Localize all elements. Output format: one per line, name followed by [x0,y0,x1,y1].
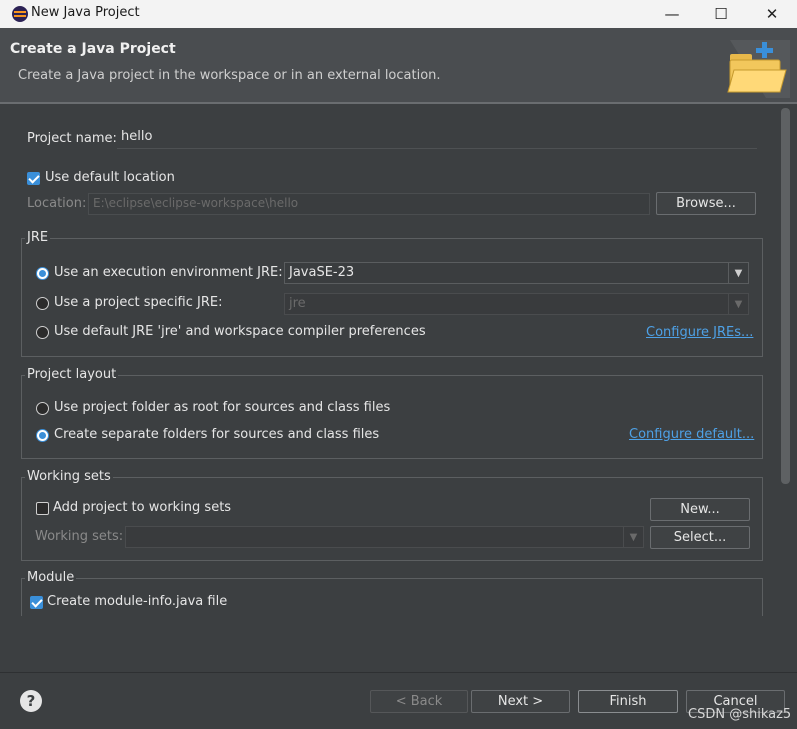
create-module-info-checkbox[interactable] [30,596,43,609]
window-title: New Java Project [31,5,140,20]
wizard-title: Create a Java Project [10,41,176,57]
wizard-description: Create a Java project in the workspace o… [18,68,441,83]
location-input[interactable]: E:\eclipse\eclipse-workspace\hello [88,193,650,215]
new-project-folder-icon [727,40,790,98]
execution-env-label: Use an execution environment JRE: [54,265,283,280]
add-to-working-sets-label: Add project to working sets [53,500,232,515]
scroll-viewport-edge [4,616,777,672]
default-jre-label: Use default JRE 'jre' and workspace comp… [54,324,426,339]
select-working-sets-button[interactable]: Select... [650,526,750,549]
separate-folders-label: Create separate folders for sources and … [54,427,380,442]
separate-folders-radio[interactable] [36,429,49,442]
add-to-working-sets-checkbox[interactable] [36,502,49,515]
configure-jres-link[interactable]: Configure JREs... [646,325,753,340]
project-specific-jre-label: Use a project specific JRE: [54,295,223,310]
project-specific-jre-select[interactable]: jre ▼ [284,293,749,315]
vertical-scrollbar[interactable] [777,104,793,614]
configure-default-link[interactable]: Configure default... [629,427,754,442]
project-layout-group-title: Project layout [25,367,119,382]
project-name-input[interactable]: hello [117,127,757,149]
chevron-down-icon: ▼ [623,527,643,547]
working-sets-group-title: Working sets [25,469,113,484]
module-group-title: Module [25,570,77,585]
use-default-location-checkbox[interactable] [27,172,40,185]
close-button[interactable]: ✕ [749,0,795,28]
use-default-location-label: Use default location [45,170,175,185]
working-sets-select[interactable]: ▼ [125,526,644,548]
wizard-footer: ? < Back Next > Finish Cancel CSDN @shik… [0,673,797,729]
watermark: CSDN @shikaz5 [688,707,792,722]
new-working-set-button[interactable]: New... [650,498,750,521]
title-bar: New Java Project — ☐ ✕ [0,0,797,28]
eclipse-icon [12,6,28,22]
back-button[interactable]: < Back [370,690,468,713]
create-module-info-label: Create module-info.java file [47,594,228,609]
project-specific-jre-value: jre [289,296,306,311]
execution-env-value: JavaSE-23 [289,265,355,280]
finish-button[interactable]: Finish [578,690,678,713]
project-root-label: Use project folder as root for sources a… [54,400,391,415]
location-label: Location: [27,196,87,211]
jre-group-title: JRE [25,230,51,245]
chevron-down-icon: ▼ [728,294,748,314]
help-icon[interactable]: ? [20,690,42,712]
default-jre-radio[interactable] [36,326,49,339]
execution-env-radio[interactable] [36,267,49,280]
project-layout-group [21,375,763,459]
execution-env-select[interactable]: JavaSE-23 ▼ [284,262,749,284]
wizard-header: Create a Java Project Create a Java proj… [0,28,797,102]
maximize-button[interactable]: ☐ [698,0,744,28]
minimize-button[interactable]: — [649,0,695,28]
project-specific-jre-radio[interactable] [36,297,49,310]
scrollbar-thumb[interactable] [781,108,790,484]
project-name-label: Project name: [27,131,117,146]
chevron-down-icon: ▼ [728,263,748,283]
working-sets-label: Working sets: [35,529,124,544]
project-root-radio[interactable] [36,402,49,415]
wizard-content: Project name: hello Use default location… [4,104,793,672]
browse-button[interactable]: Browse... [656,192,756,215]
next-button[interactable]: Next > [471,690,570,713]
